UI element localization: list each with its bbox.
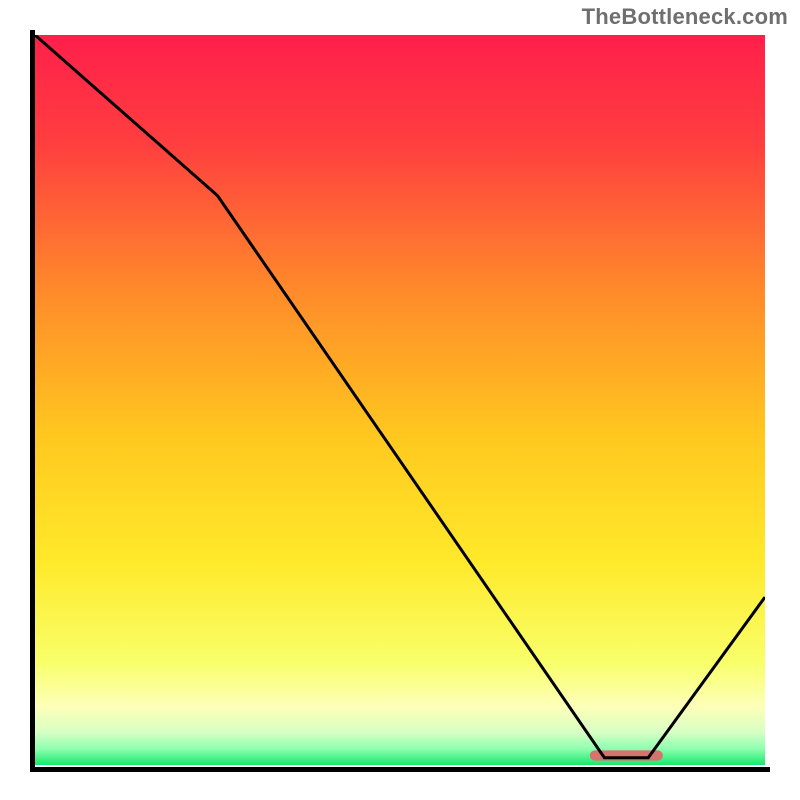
watermark-text: TheBottleneck.com — [582, 4, 788, 30]
gradient-background — [35, 35, 765, 765]
chart-frame: TheBottleneck.com — [0, 0, 800, 800]
plot-area — [35, 35, 765, 765]
x-axis — [30, 767, 770, 772]
chart-svg — [35, 35, 765, 765]
